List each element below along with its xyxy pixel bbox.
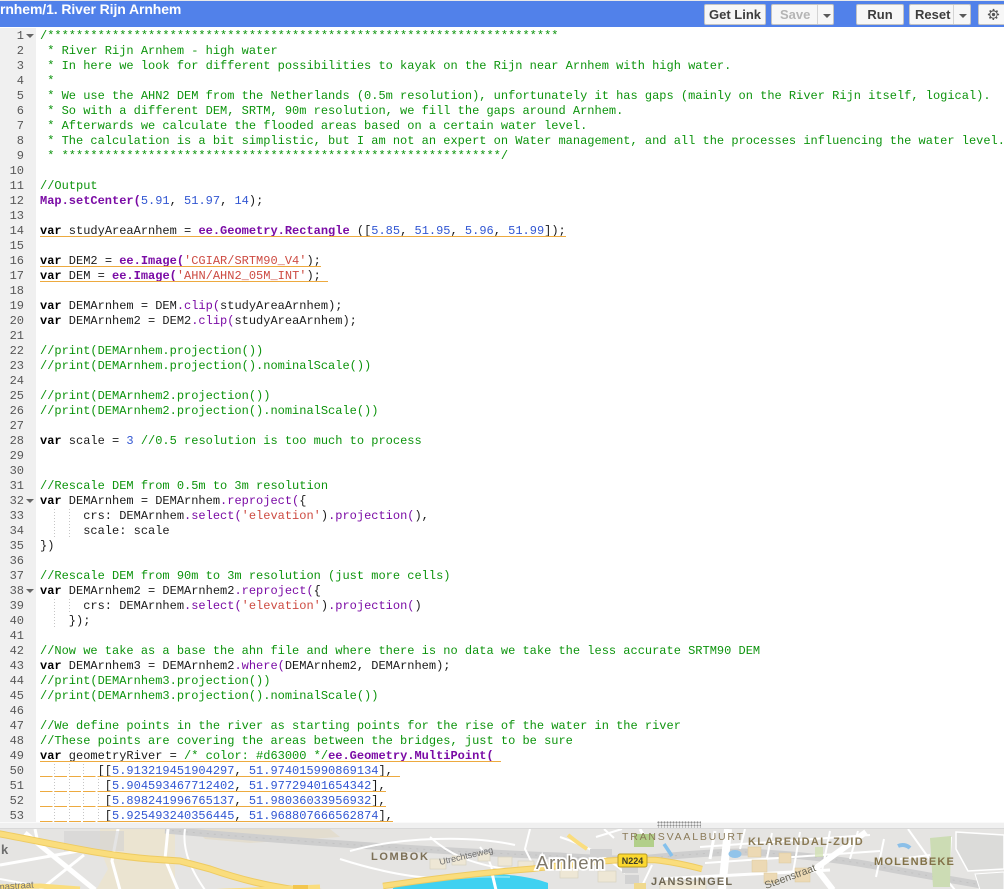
- svg-text:LOMBOK: LOMBOK: [371, 851, 429, 863]
- svg-text:KLARENDAL-ZUID: KLARENDAL-ZUID: [748, 836, 864, 848]
- svg-text:N224: N224: [622, 856, 644, 866]
- svg-text:Arnhem: Arnhem: [536, 852, 606, 873]
- svg-text:TRANSVAALBUURT: TRANSVAALBUURT: [622, 831, 745, 843]
- svg-text:k: k: [1, 842, 9, 857]
- svg-text:JANSSINGEL: JANSSINGEL: [651, 876, 733, 888]
- svg-text:MOLENBEKE: MOLENBEKE: [874, 856, 955, 868]
- svg-text:mastraat: mastraat: [0, 880, 34, 889]
